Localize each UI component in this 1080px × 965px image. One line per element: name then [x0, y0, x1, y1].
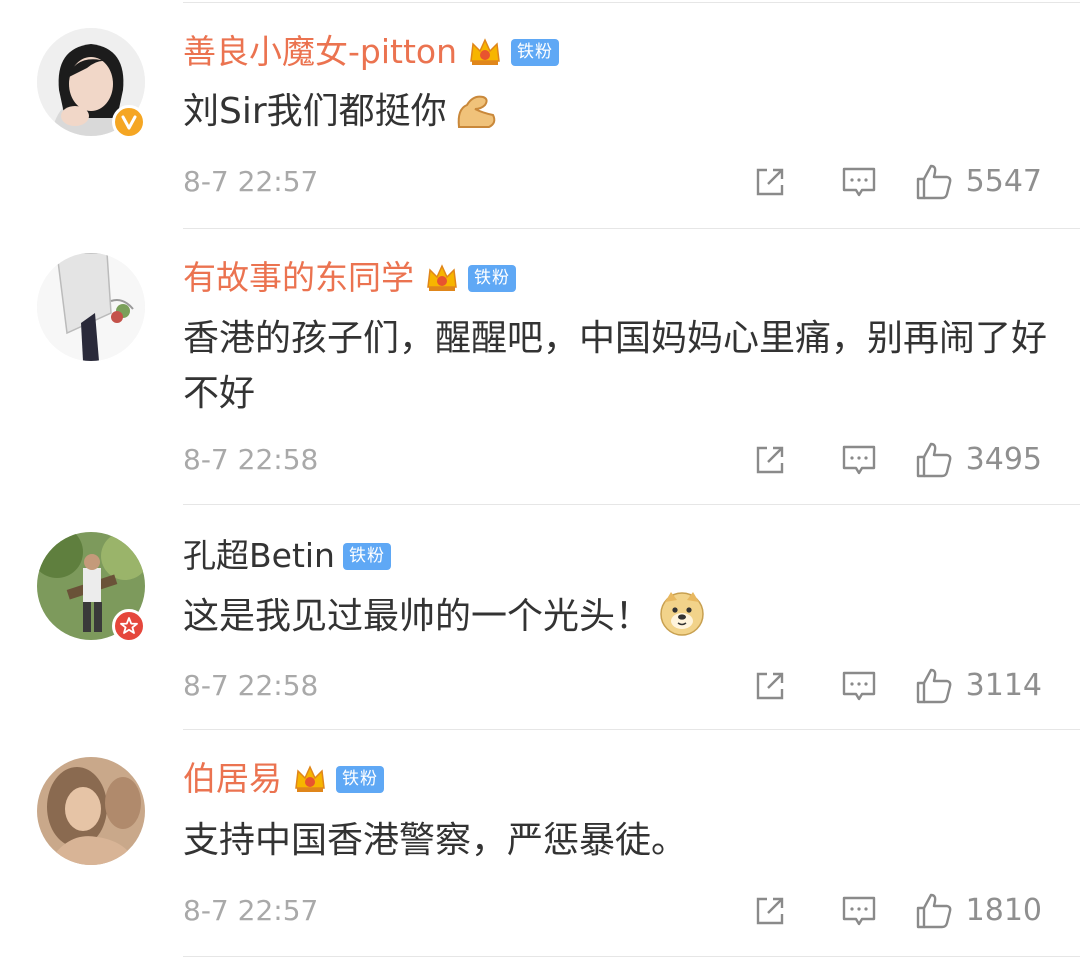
action-bar: 3495 — [752, 438, 1042, 482]
crown-icon — [295, 765, 325, 792]
share-icon[interactable] — [752, 893, 788, 929]
doge-emoji-icon — [660, 592, 704, 636]
comment-icon[interactable] — [840, 668, 878, 704]
comment-meta: 8-7 22:58 3114 — [183, 664, 1042, 708]
avatar[interactable] — [37, 253, 145, 361]
comment-icon[interactable] — [840, 164, 878, 200]
share-icon[interactable] — [752, 442, 788, 478]
comment-text-content: 刘Sir我们都挺你 — [183, 91, 447, 132]
comment-item: 伯居易 铁粉 支持中国香港警察，严惩暴徒。 8-7 22:57 1810 — [0, 729, 1080, 965]
fan-badge: 铁粉 — [468, 264, 516, 292]
share-icon[interactable] — [752, 164, 788, 200]
like-thumb-icon[interactable] — [914, 440, 954, 480]
comment-item: 善良小魔女-pitton 铁粉 刘Sir我们都挺你 8-7 22:57 5547 — [0, 0, 1080, 228]
fan-badge: 铁粉 — [342, 542, 391, 570]
name-row: 伯居易 铁粉 — [183, 755, 384, 803]
comment-text: 香港的孩子们，醒醒吧，中国妈妈心里痛，别再闹了好不好 — [183, 318, 1048, 414]
name-row: 善良小魔女-pitton 铁粉 — [183, 28, 560, 76]
timestamp: 8-7 22:58 — [183, 669, 319, 702]
fan-badge: 铁粉 — [336, 765, 384, 793]
username[interactable]: 孔超Betin — [183, 532, 335, 580]
comment-text: 这是我见过最帅的一个光头！ — [183, 588, 1053, 644]
username[interactable]: 伯居易 — [183, 755, 282, 803]
comment-item: 孔超Betin 铁粉 这是我见过最帅的一个光头！ 8-7 22:58 3114 — [0, 504, 1080, 729]
like-count: 3495 — [965, 442, 1042, 477]
timestamp: 8-7 22:58 — [183, 443, 319, 476]
flexed-biceps-icon — [457, 95, 495, 128]
like-count: 1810 — [965, 893, 1042, 928]
comment-icon[interactable] — [840, 442, 878, 478]
action-bar: 1810 — [752, 889, 1042, 933]
comment-meta: 8-7 22:57 5547 — [183, 160, 1042, 204]
crown-icon — [470, 38, 500, 65]
name-row: 孔超Betin 铁粉 — [183, 532, 391, 580]
divider — [183, 956, 1080, 957]
timestamp: 8-7 22:57 — [183, 894, 319, 927]
action-bar: 3114 — [752, 664, 1042, 708]
comment-text: 刘Sir我们都挺你 — [183, 84, 1053, 139]
like-count: 5547 — [965, 164, 1042, 199]
share-icon[interactable] — [752, 668, 788, 704]
like-count: 3114 — [965, 668, 1042, 703]
like-thumb-icon[interactable] — [914, 162, 954, 202]
star-badge-icon — [112, 609, 146, 643]
comment-icon[interactable] — [840, 893, 878, 929]
username[interactable]: 善良小魔女-pitton — [183, 28, 457, 76]
name-row: 有故事的东同学 铁粉 — [183, 254, 516, 302]
timestamp: 8-7 22:57 — [183, 165, 319, 198]
comment-meta: 8-7 22:57 1810 — [183, 889, 1042, 933]
like-thumb-icon[interactable] — [914, 666, 954, 706]
username[interactable]: 有故事的东同学 — [183, 254, 414, 302]
avatar[interactable] — [37, 757, 145, 865]
comment-meta: 8-7 22:58 3495 — [183, 438, 1042, 482]
fan-badge: 铁粉 — [511, 38, 560, 66]
action-bar: 5547 — [752, 160, 1042, 204]
comment-item: 有故事的东同学 铁粉 香港的孩子们，醒醒吧，中国妈妈心里痛，别再闹了好不好 8-… — [0, 228, 1080, 504]
like-thumb-icon[interactable] — [914, 891, 954, 931]
comment-text: 支持中国香港警察，严惩暴徒。 — [183, 820, 688, 861]
verified-badge-icon — [112, 105, 146, 139]
comment-feed: 善良小魔女-pitton 铁粉 刘Sir我们都挺你 8-7 22:57 5547… — [0, 0, 1080, 965]
comment-text-content: 这是我见过最帅的一个光头！ — [183, 596, 652, 637]
crown-icon — [427, 264, 457, 291]
